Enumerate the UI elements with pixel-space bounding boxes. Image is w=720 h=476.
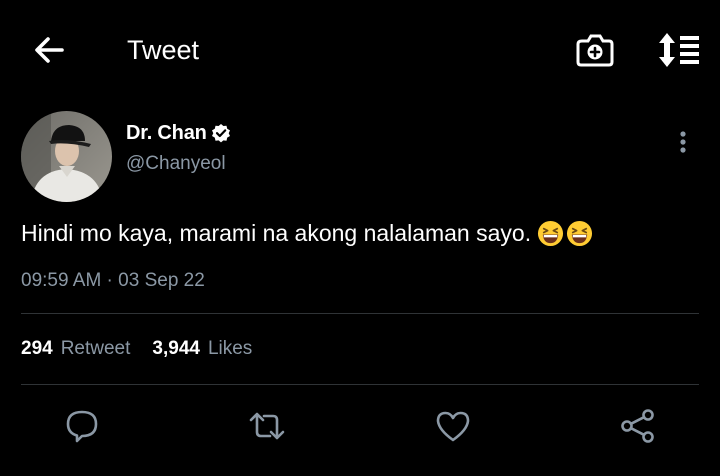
divider	[21, 384, 699, 385]
arrow-left-icon	[35, 37, 64, 63]
sort-list-icon	[659, 33, 699, 67]
reply-bubble-icon	[66, 410, 98, 443]
back-button[interactable]	[30, 32, 68, 68]
like-button[interactable]	[433, 406, 473, 446]
grinning-squinting-face-icon	[538, 220, 564, 246]
retweet-icon	[249, 412, 285, 440]
retweet-label[interactable]: Retweet	[61, 338, 131, 360]
page-title: Tweet	[127, 35, 200, 65]
divider	[21, 313, 699, 314]
tweet-stats: 294 Retweet 3,944 Likes	[21, 338, 252, 360]
author-name-row: Dr. Chan	[126, 121, 231, 145]
more-vertical-icon	[680, 131, 686, 153]
heart-icon	[436, 411, 470, 442]
user-handle[interactable]: @Chanyeol	[126, 153, 226, 175]
sort-button[interactable]	[653, 30, 701, 70]
camera-plus-icon	[576, 34, 614, 67]
likes-label[interactable]: Likes	[208, 338, 252, 360]
retweet-count[interactable]: 294	[21, 338, 53, 360]
share-icon	[621, 409, 654, 443]
display-name[interactable]: Dr. Chan	[126, 122, 207, 145]
likes-count[interactable]: 3,944	[152, 338, 200, 360]
avatar-image	[21, 111, 112, 202]
more-options-button[interactable]	[670, 128, 696, 156]
tweet-text: Hindi mo kaya, marami na akong nalalaman…	[21, 218, 593, 248]
retweet-button[interactable]	[247, 406, 287, 446]
top-bar: Tweet	[0, 0, 720, 100]
share-button[interactable]	[618, 406, 658, 446]
camera-button[interactable]	[574, 30, 616, 70]
verified-badge-icon	[211, 124, 230, 143]
grinning-squinting-face-icon	[567, 220, 593, 246]
tweet-body: Hindi mo kaya, marami na akong nalalaman…	[21, 220, 532, 246]
avatar[interactable]	[21, 111, 112, 202]
tweet-timestamp: 09:59 AM · 03 Sep 22	[21, 270, 205, 291]
reply-button[interactable]	[62, 406, 102, 446]
